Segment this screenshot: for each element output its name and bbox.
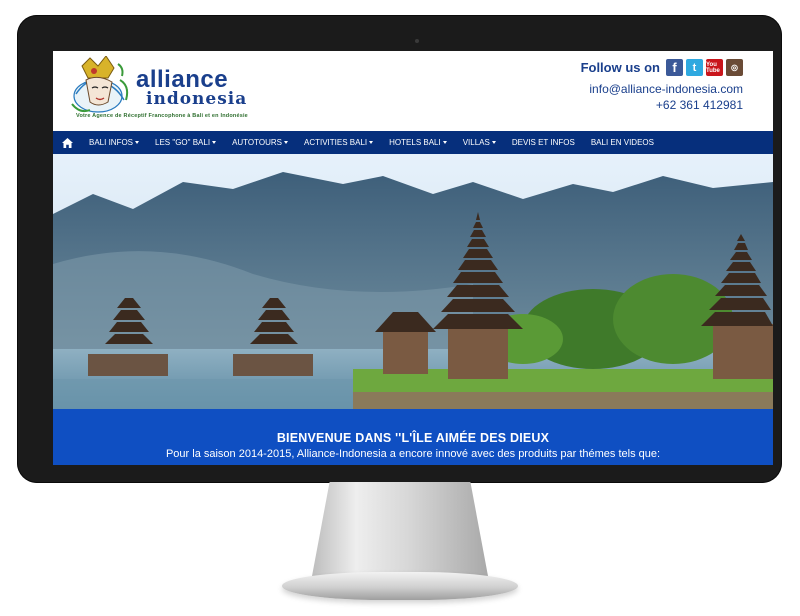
monitor-stand-neck — [312, 482, 488, 576]
welcome-title: BIENVENUE DANS ''L'ÎLE AIMÉE DES DIEUX — [276, 431, 550, 445]
twitter-icon[interactable]: t — [686, 59, 703, 76]
hero-image-temple-lake — [53, 154, 773, 409]
monitor-frame: alliance indonesia Votre Agence de Récep… — [17, 15, 782, 483]
monitor-stand-base — [282, 572, 518, 600]
instagram-icon[interactable]: ◎ — [726, 59, 743, 76]
nav-label: BALI INFOS — [89, 138, 134, 147]
nav-label: AUTOTOURS — [232, 138, 282, 147]
caret-down-icon — [369, 141, 374, 145]
nav-item-les-go-bali[interactable]: LES "GO" BALI — [147, 131, 224, 154]
welcome-text: Pour la saison 2014-2015, Alliance-Indon… — [165, 448, 661, 460]
caret-down-icon — [212, 141, 217, 145]
nav-label: ACTIVITIES BALI — [304, 138, 368, 147]
nav-item-villas[interactable]: VILLAS — [455, 131, 504, 154]
nav-home[interactable] — [53, 131, 81, 154]
nav-label: HOTELS BALI — [389, 138, 441, 147]
nav-item-activities-bali[interactable]: ACTIVITIES BALI — [296, 131, 381, 154]
browser-screen: alliance indonesia Votre Agence de Récep… — [53, 51, 773, 465]
nav-label: BALI EN VIDEOS — [590, 138, 654, 147]
contact-email[interactable]: info@alliance-indonesia.com — [589, 82, 743, 96]
home-icon — [61, 137, 73, 148]
nav-label: VILLAS — [462, 138, 490, 147]
webcam-dot — [415, 39, 419, 43]
contact-phone: +62 361 412981 — [655, 98, 743, 112]
brand-subname: indonesia — [146, 89, 248, 109]
caret-down-icon — [442, 141, 447, 145]
caret-down-icon — [284, 141, 288, 145]
follow-us: Follow us on f t You Tube ◎ — [581, 59, 743, 76]
nav-item-bali-en-videos[interactable]: BALI EN VIDEOS — [583, 131, 662, 154]
facebook-icon[interactable]: f — [666, 59, 683, 76]
nav-label: LES "GO" BALI — [155, 138, 211, 147]
welcome-section: BIENVENUE DANS ''L'ÎLE AIMÉE DES DIEUX P… — [53, 409, 773, 465]
nav-item-hotels-bali[interactable]: HOTELS BALI — [381, 131, 455, 154]
caret-down-icon — [135, 141, 140, 145]
nav-item-bali-infos[interactable]: BALI INFOS — [81, 131, 147, 154]
brand-tagline: Votre Agence de Réceptif Francophone à B… — [76, 113, 248, 119]
site-logo[interactable]: alliance indonesia Votre Agence de Récep… — [68, 56, 298, 126]
caret-down-icon — [491, 141, 496, 145]
site-header: alliance indonesia Votre Agence de Récep… — [53, 51, 773, 131]
nav-label: DEVIS ET INFOS — [511, 138, 575, 147]
youtube-icon[interactable]: You Tube — [706, 59, 723, 76]
follow-label: Follow us on — [580, 60, 660, 75]
dancer-logo-icon — [71, 56, 129, 113]
nav-item-autotours[interactable]: AUTOTOURS — [224, 131, 296, 154]
main-nav: BALI INFOS LES "GO" BALI AUTOTOURS ACTIV… — [53, 131, 773, 154]
nav-item-devis-et-infos[interactable]: DEVIS ET INFOS — [504, 131, 583, 154]
